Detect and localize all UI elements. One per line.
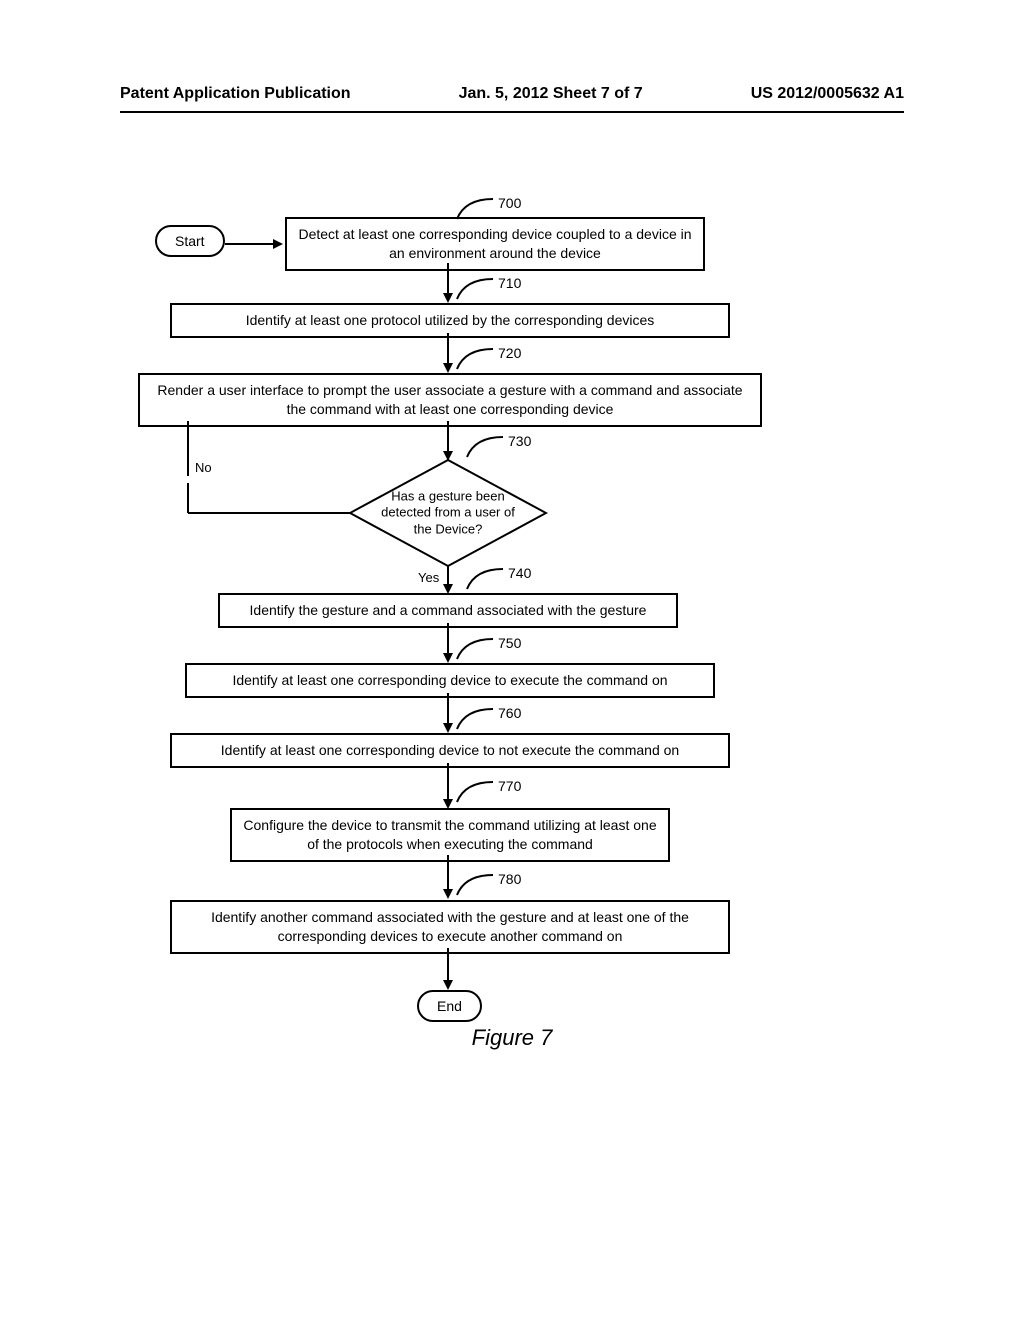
- ref-700: 700: [498, 195, 521, 211]
- ref-710: 710: [498, 275, 521, 291]
- header-divider: [120, 111, 904, 113]
- process-740-text: Identify the gesture and a command assoc…: [250, 602, 647, 618]
- header-center: Jan. 5, 2012 Sheet 7 of 7: [459, 85, 643, 103]
- ref-760: 760: [498, 705, 521, 721]
- process-700: Detect at least one corresponding device…: [285, 217, 705, 271]
- process-780-text: Identify another command associated with…: [211, 909, 689, 944]
- arrow-730-to-740: [440, 566, 456, 596]
- arrow-770-to-780: [440, 855, 456, 901]
- process-760-text: Identify at least one corresponding devi…: [221, 742, 679, 758]
- arrow-750-to-760: [440, 693, 456, 735]
- ref-730: 730: [508, 433, 531, 449]
- arrow-start-to-700: [225, 237, 285, 251]
- page-header: Patent Application Publication Jan. 5, 2…: [0, 85, 1024, 113]
- end-terminal: End: [417, 990, 482, 1022]
- decision-yes-label: Yes: [418, 570, 439, 585]
- process-710-text: Identify at least one protocol utilized …: [246, 312, 655, 328]
- process-770: Configure the device to transmit the com…: [230, 808, 670, 862]
- process-770-text: Configure the device to transmit the com…: [243, 817, 656, 852]
- process-720: Render a user interface to prompt the us…: [138, 373, 762, 427]
- ref-arc-750: [455, 637, 495, 661]
- header-right: US 2012/0005632 A1: [751, 85, 904, 103]
- arrow-720-to-730: [440, 421, 456, 463]
- ref-770: 770: [498, 778, 521, 794]
- ref-arc-740: [465, 567, 505, 591]
- ref-arc-720: [455, 347, 495, 371]
- process-760: Identify at least one corresponding devi…: [170, 733, 730, 768]
- start-terminal: Start: [155, 225, 225, 257]
- process-780: Identify another command associated with…: [170, 900, 730, 954]
- ref-740: 740: [508, 565, 531, 581]
- decision-730-text: Has a gesture been detected from a user …: [378, 489, 518, 538]
- decision-no-label: No: [195, 460, 212, 475]
- arrow-780-to-end: [440, 948, 456, 992]
- decision-730: Has a gesture been detected from a user …: [348, 458, 548, 568]
- flowchart: Start Detect at least one corresponding …: [0, 195, 1024, 1245]
- header-left: Patent Application Publication: [120, 85, 351, 103]
- figure-label: Figure 7: [0, 1025, 1024, 1051]
- ref-750: 750: [498, 635, 521, 651]
- arrow-760-to-770: [440, 763, 456, 811]
- ref-780: 780: [498, 871, 521, 887]
- process-750: Identify at least one corresponding devi…: [185, 663, 715, 698]
- end-label: End: [437, 998, 462, 1014]
- arrow-710-to-720: [440, 333, 456, 375]
- ref-arc-710: [455, 277, 495, 301]
- ref-arc-730: [465, 435, 505, 459]
- process-720-text: Render a user interface to prompt the us…: [157, 382, 742, 417]
- ref-arc-780: [455, 873, 495, 897]
- ref-arc-770: [455, 780, 495, 804]
- process-700-text: Detect at least one corresponding device…: [298, 226, 691, 261]
- process-710: Identify at least one protocol utilized …: [170, 303, 730, 338]
- arrow-740-to-750: [440, 623, 456, 665]
- start-label: Start: [175, 233, 205, 249]
- process-740: Identify the gesture and a command assoc…: [218, 593, 678, 628]
- process-750-text: Identify at least one corresponding devi…: [232, 672, 667, 688]
- ref-720: 720: [498, 345, 521, 361]
- ref-arc-760: [455, 707, 495, 731]
